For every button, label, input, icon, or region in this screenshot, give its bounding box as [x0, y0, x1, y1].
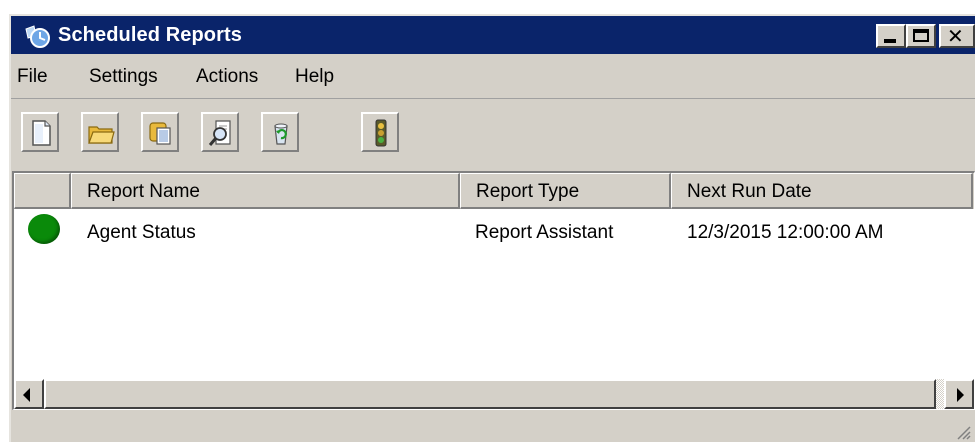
menu-actions[interactable]: Actions: [196, 66, 258, 88]
preview-button[interactable]: [201, 112, 239, 152]
new-report-button[interactable]: [21, 112, 59, 152]
report-type-cell: Report Assistant: [475, 222, 614, 243]
close-icon: ✕: [947, 24, 964, 48]
left-arrow-icon: [23, 388, 30, 402]
menu-help[interactable]: Help: [295, 66, 334, 88]
refresh-icon: [274, 123, 288, 145]
status-bar: [11, 412, 975, 444]
close-button[interactable]: ✕: [939, 24, 975, 48]
table-row[interactable]: Agent Status Report Assistant 12/3/2015 …: [14, 213, 974, 249]
minimize-button[interactable]: [876, 24, 906, 48]
open-button[interactable]: [81, 112, 119, 152]
list-header: Report Name Report Type Next Run Date: [14, 173, 974, 209]
column-header-report-type[interactable]: Report Type: [460, 173, 671, 209]
menu-settings[interactable]: Settings: [89, 66, 158, 88]
copy-button[interactable]: [141, 112, 179, 152]
report-name-cell: Agent Status: [87, 222, 196, 243]
traffic-light-icon: [375, 119, 387, 147]
column-header-next-run-date[interactable]: Next Run Date: [671, 173, 973, 209]
open-folder-icon: [88, 126, 115, 144]
scroll-left-button[interactable]: [14, 379, 44, 409]
minimize-icon: [884, 39, 896, 43]
resize-grip-icon[interactable]: [955, 424, 971, 440]
scheduled-reports-window: Scheduled Reports ✕ File Settings Action…: [9, 14, 975, 442]
new-report-icon: [32, 120, 51, 146]
refresh-button[interactable]: [261, 112, 299, 152]
maximize-button[interactable]: [906, 24, 936, 48]
next-run-date-cell: 12/3/2015 12:00:00 AM: [687, 222, 884, 243]
green-status-icon: [28, 214, 60, 244]
status-button[interactable]: [361, 112, 399, 152]
reports-list[interactable]: Report Name Report Type Next Run Date Ag…: [12, 171, 975, 410]
window-title: Scheduled Reports: [58, 24, 242, 46]
title-bar[interactable]: Scheduled Reports ✕: [11, 16, 975, 54]
right-arrow-icon: [957, 388, 964, 402]
horizontal-scrollbar[interactable]: [14, 379, 974, 409]
menu-bar: File Settings Actions Help: [11, 54, 975, 88]
column-header-status[interactable]: [14, 173, 71, 209]
scrollbar-thumb[interactable]: [44, 379, 936, 409]
toolbar: [11, 98, 975, 169]
maximize-icon: [913, 29, 929, 42]
scheduled-reports-icon: [25, 25, 50, 48]
copy-icon: [149, 122, 171, 145]
scroll-right-button[interactable]: [944, 379, 974, 409]
menu-file[interactable]: File: [17, 66, 48, 88]
preview-icon: [208, 120, 231, 146]
column-header-report-name[interactable]: Report Name: [71, 173, 460, 209]
